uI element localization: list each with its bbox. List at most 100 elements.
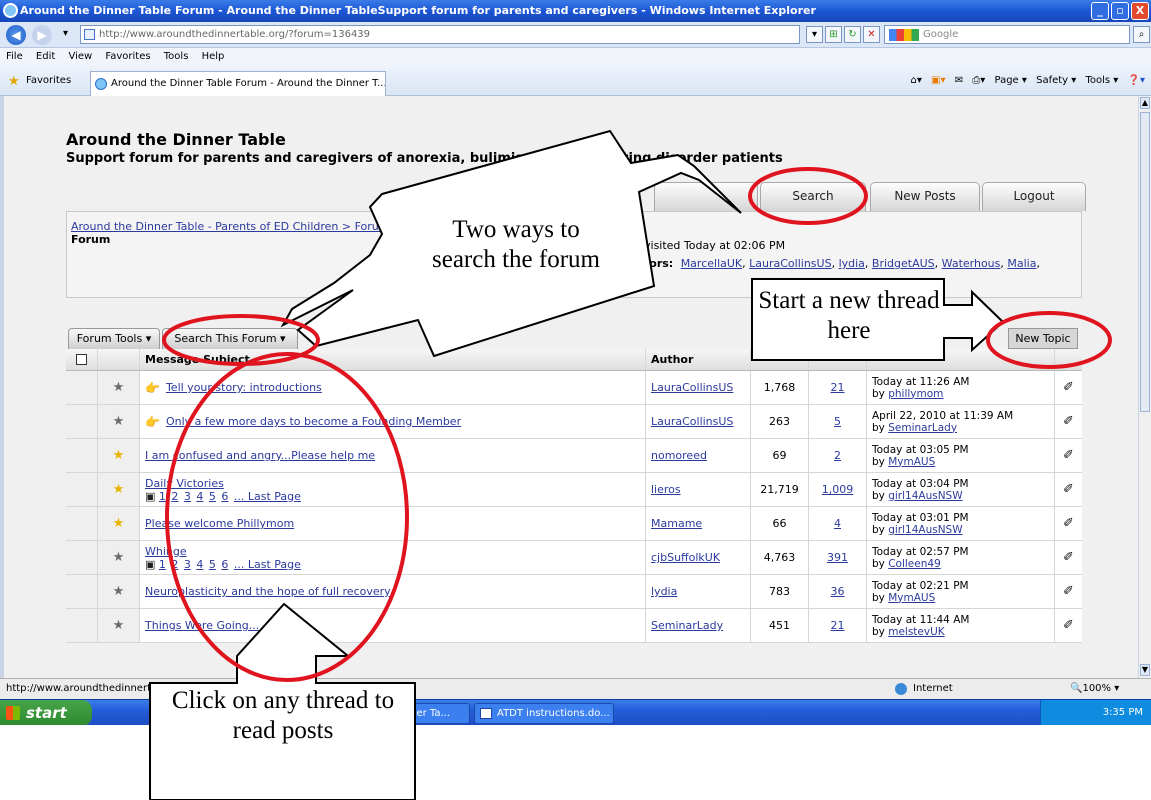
tab-search[interactable]: Search [760, 182, 866, 211]
tools-menu[interactable]: Tools ▾ [1085, 75, 1118, 86]
star-icon[interactable]: ★ [113, 414, 125, 429]
author-link[interactable]: LauraCollinsUS [651, 381, 733, 394]
close-button[interactable]: X [1131, 2, 1149, 20]
visitor-link[interactable]: Waterhous [942, 257, 1001, 270]
print-icon[interactable]: ⎙▾ [972, 75, 985, 86]
author-link[interactable]: nomoreed [651, 449, 707, 462]
table-row[interactable]: ★ Things Were Going... SeminarLady 451 21 Tod… [66, 609, 1082, 643]
table-row[interactable]: ★ Daily Victories ▣ 1 2 3 4 5 6 ... Last P… [66, 473, 1082, 507]
back-icon[interactable]: ◀ [6, 25, 26, 45]
star-icon[interactable]: ★ [113, 380, 125, 395]
visitor-link[interactable]: MarcellaUK [681, 257, 742, 270]
search-input[interactable]: Google [884, 25, 1130, 44]
goto-last-post-icon[interactable]: ✐ [1063, 380, 1074, 395]
page-link[interactable]: 6 [221, 490, 228, 503]
table-row[interactable]: ★ 👉 Tell your story: introductions LauraCol… [66, 371, 1082, 405]
page-link[interactable]: 3 [184, 490, 191, 503]
tab-new-posts[interactable]: New Posts [870, 182, 980, 211]
history-dropdown-icon[interactable]: ▾ [57, 26, 74, 43]
page-menu[interactable]: Page ▾ [995, 75, 1027, 86]
goto-last-post-icon[interactable]: ✐ [1063, 618, 1074, 633]
start-button[interactable]: start [0, 700, 92, 726]
scroll-thumb[interactable] [1140, 112, 1150, 412]
search-this-forum-tab[interactable]: Search This Forum ▾ [162, 328, 298, 349]
page-link[interactable]: 1 [159, 490, 166, 503]
replies-link[interactable]: 36 [831, 585, 845, 598]
home-icon[interactable]: ⌂▾ [910, 75, 921, 86]
menu-file[interactable]: File [6, 51, 23, 62]
thread-subject-link[interactable]: Only a few more days to become a Foundin… [166, 415, 461, 428]
search-go-icon[interactable]: ⌕ [1133, 26, 1150, 43]
author-link[interactable]: lydia [651, 585, 677, 598]
taskbar-item-word[interactable]: ATDT instructions.do... [474, 703, 614, 724]
page-link[interactable]: 2 [171, 558, 178, 571]
author-link[interactable]: cjbSuffolkUK [651, 551, 720, 564]
menu-view[interactable]: View [68, 51, 92, 62]
url-input[interactable]: http://www.aroundthedinnertable.org/?for… [80, 25, 800, 44]
feeds-icon[interactable]: ▣▾ [931, 75, 945, 86]
visitor-link[interactable]: BridgetAUS [872, 257, 935, 270]
visitor-link[interactable]: lydia [839, 257, 865, 270]
thread-subject-link[interactable]: Tell your story: introductions [166, 381, 322, 394]
page-link[interactable]: 6 [221, 558, 228, 571]
goto-last-post-icon[interactable]: ✐ [1063, 414, 1074, 429]
goto-last-post-icon[interactable]: ✐ [1063, 584, 1074, 599]
minimize-button[interactable]: _ [1091, 2, 1109, 20]
scroll-up-icon[interactable]: ▲ [1140, 97, 1150, 109]
thread-subject-link[interactable]: Things Were Going... [145, 619, 259, 632]
forward-icon[interactable]: ▶ [32, 25, 52, 45]
goto-last-post-icon[interactable]: ✐ [1063, 550, 1074, 565]
tab-logout[interactable]: Logout [982, 182, 1086, 211]
page-link[interactable]: 4 [196, 490, 203, 503]
replies-link[interactable]: 5 [834, 415, 841, 428]
last-post-author[interactable]: Colleen49 [888, 558, 941, 570]
page-link[interactable]: 4 [196, 558, 203, 571]
menu-tools[interactable]: Tools [164, 51, 189, 62]
last-page-link[interactable]: ... Last Page [234, 490, 301, 503]
star-icon[interactable]: ★ [113, 618, 125, 633]
tab-hidden[interactable] [654, 182, 758, 211]
visitor-link[interactable]: Malia [1007, 257, 1036, 270]
browser-tab[interactable]: Around the Dinner Table Forum - Around t… [90, 71, 386, 96]
last-post-author[interactable]: MymAUS [888, 592, 935, 604]
replies-link[interactable]: 21 [831, 381, 845, 394]
url-dropdown-icon[interactable]: ▾ [806, 26, 823, 43]
header-author[interactable]: Author [646, 349, 751, 370]
new-topic-button[interactable]: New Topic [1008, 328, 1078, 349]
table-row[interactable]: ★ Neuroplasticity and the hope of full re… [66, 575, 1082, 609]
author-link[interactable]: Mamame [651, 517, 702, 530]
last-post-author[interactable]: SeminarLady [888, 422, 957, 434]
menu-help[interactable]: Help [202, 51, 225, 62]
table-row[interactable]: ★ Whinge ▣ 1 2 3 4 5 6 ... Last Page cjbSuf… [66, 541, 1082, 575]
menu-favorites[interactable]: Favorites [105, 51, 150, 62]
breadcrumb[interactable]: Around the Dinner Table - Parents of ED … [71, 220, 389, 233]
page-link[interactable]: 5 [209, 490, 216, 503]
header-subject[interactable]: Message Subject [140, 349, 646, 370]
last-post-author[interactable]: MymAUS [888, 456, 935, 468]
maximize-button[interactable]: ▫ [1111, 2, 1129, 20]
last-post-author[interactable]: girl14AusNSW [888, 524, 962, 536]
goto-last-post-icon[interactable]: ✐ [1063, 516, 1074, 531]
thread-subject-link[interactable]: Please welcome Phillymom [145, 517, 294, 530]
menu-edit[interactable]: Edit [36, 51, 55, 62]
page-link[interactable]: 2 [171, 490, 178, 503]
star-icon[interactable]: ★ [113, 516, 125, 531]
goto-last-post-icon[interactable]: ✐ [1063, 482, 1074, 497]
thread-subject-link[interactable]: Whinge [145, 545, 187, 558]
author-link[interactable]: SeminarLady [651, 619, 723, 632]
compat-view-icon[interactable]: ⊞ [825, 26, 842, 43]
last-post-author[interactable]: girl14AusNSW [888, 490, 962, 502]
favorites-star-icon[interactable]: ★ [8, 74, 20, 89]
star-icon[interactable]: ★ [113, 550, 125, 565]
last-post-author[interactable]: phillymom [888, 388, 943, 400]
star-icon[interactable]: ★ [113, 584, 125, 599]
help-icon[interactable]: ❓▾ [1128, 75, 1145, 86]
last-post-author[interactable]: melstevUK [888, 626, 944, 638]
mail-icon[interactable]: ✉ [955, 75, 963, 86]
thread-subject-link[interactable]: Neuroplasticity and the hope of full rec… [145, 585, 391, 598]
stop-icon[interactable]: ✕ [863, 26, 880, 43]
star-icon[interactable]: ★ [113, 448, 125, 463]
favorites-button[interactable]: Favorites [26, 75, 71, 86]
scroll-down-icon[interactable]: ▼ [1140, 664, 1150, 676]
thread-subject-link[interactable]: Daily Victories [145, 477, 224, 490]
